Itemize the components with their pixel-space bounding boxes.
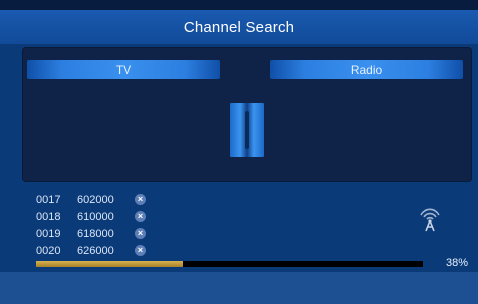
list-item: 0018 610000 × xyxy=(36,208,176,225)
search-progress-bar xyxy=(36,261,423,267)
list-item: 0017 602000 × xyxy=(36,191,176,208)
tab-tv-label: TV xyxy=(115,62,132,77)
top-band xyxy=(0,0,478,10)
x-circle-icon: × xyxy=(135,194,146,205)
search-progress-percent: 38% xyxy=(445,257,468,269)
tab-tv[interactable]: TV xyxy=(27,60,220,79)
x-circle-icon: × xyxy=(135,211,146,222)
search-progress-fill xyxy=(36,261,184,267)
scrollbar-groove xyxy=(245,111,249,149)
channel-number: 0018 xyxy=(36,210,61,223)
channel-list-panel: TV Radio xyxy=(22,47,472,182)
list-item: 0019 618000 × xyxy=(36,225,176,242)
page-title: Channel Search xyxy=(183,18,295,36)
frequency-value: 610000 xyxy=(77,210,114,223)
frequency-value: 626000 xyxy=(77,244,114,257)
channel-number: 0019 xyxy=(36,227,61,240)
x-circle-icon: × xyxy=(135,245,146,256)
title-bar: Channel Search xyxy=(0,10,478,44)
frequency-list: 0017 602000 × 0018 610000 × 0019 618000 … xyxy=(36,191,176,259)
bottom-bar xyxy=(0,272,478,304)
frequency-value: 602000 xyxy=(77,193,114,206)
tab-radio-label: Radio xyxy=(350,62,383,77)
tab-radio[interactable]: Radio xyxy=(270,60,463,79)
antenna-signal-icon xyxy=(418,206,442,232)
channel-number: 0020 xyxy=(36,244,61,257)
frequency-value: 618000 xyxy=(77,227,114,240)
channel-number: 0017 xyxy=(36,193,61,206)
scrollbar-thumb[interactable] xyxy=(230,103,264,157)
x-circle-icon: × xyxy=(135,228,146,239)
list-item: 0020 626000 × xyxy=(36,242,176,259)
